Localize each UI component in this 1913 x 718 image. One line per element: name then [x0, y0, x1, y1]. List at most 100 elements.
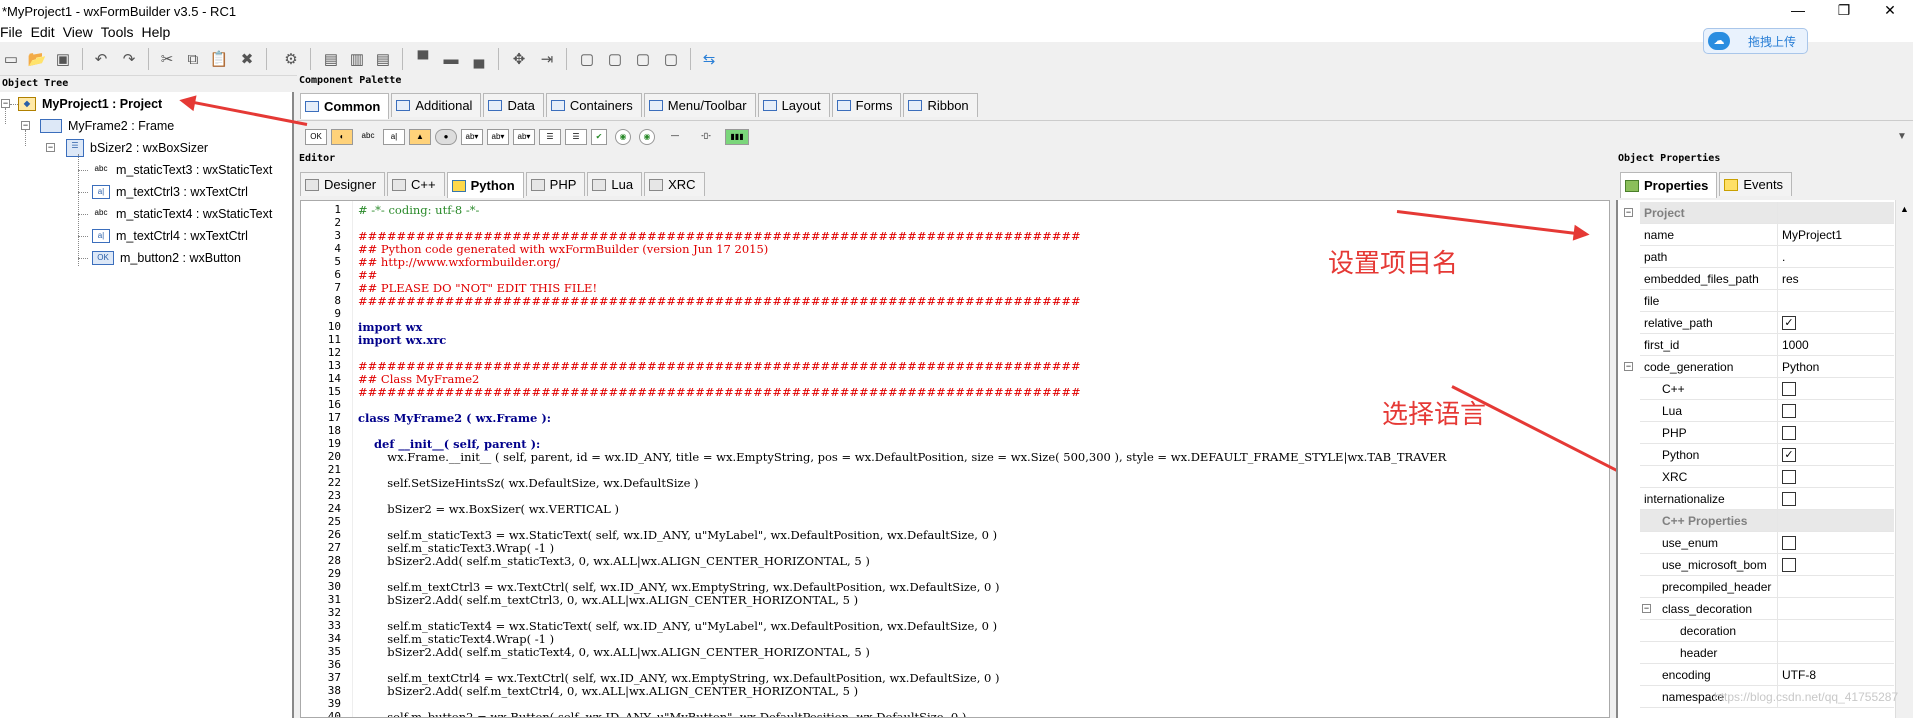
property-row[interactable]: Python ✓	[1640, 443, 1894, 466]
upload-widget[interactable]: ☁ 拖拽上传	[1703, 28, 1808, 54]
align-bottom-icon[interactable]: ▄	[468, 48, 490, 70]
property-row[interactable]: decoration	[1640, 619, 1894, 642]
property-value[interactable]: ✓	[1778, 447, 1796, 462]
property-row[interactable]: PHP	[1640, 421, 1894, 444]
menu-help[interactable]: Help	[141, 24, 178, 40]
property-scrollbar[interactable]: ▲	[1895, 200, 1913, 718]
property-row[interactable]: XRC	[1640, 465, 1894, 488]
collapse-toggle[interactable]: −	[46, 143, 55, 152]
open-icon[interactable]: 📂	[26, 48, 48, 70]
align-top-icon[interactable]: ▀	[412, 48, 434, 70]
tab-menu-toolbar[interactable]: Menu/Toolbar	[643, 93, 756, 117]
tab-forms[interactable]: Forms	[831, 93, 902, 117]
radiobox-widget-icon[interactable]: ☰	[565, 129, 587, 145]
paste-icon[interactable]: 📋	[208, 48, 230, 70]
cut-icon[interactable]: ✂	[156, 48, 178, 70]
tab-events[interactable]: Events	[1719, 172, 1793, 196]
menu-file[interactable]: File	[0, 24, 31, 40]
tree-node-statictext3[interactable]: abc m_staticText3 : wxStaticText	[92, 160, 273, 180]
combobox-widget-icon[interactable]: ●	[435, 129, 457, 145]
property-checkbox[interactable]	[1782, 535, 1796, 550]
property-row[interactable]: file	[1640, 289, 1894, 312]
choice-widget-icon[interactable]: ab▾	[461, 129, 483, 145]
staticline-widget-icon[interactable]: —	[663, 129, 687, 145]
checkbox-widget-icon[interactable]: ✔	[591, 129, 607, 145]
property-row[interactable]: encoding UTF-8	[1640, 663, 1894, 686]
property-row[interactable]: use_microsoft_bom	[1640, 553, 1894, 576]
listbox-widget-icon[interactable]: ab▾	[487, 129, 509, 145]
stretch-icon[interactable]: ⇥	[536, 48, 558, 70]
property-value[interactable]: res	[1778, 272, 1799, 286]
property-value[interactable]	[1778, 403, 1796, 418]
property-value[interactable]: 1000	[1778, 338, 1809, 352]
grid-widget-icon[interactable]: ☰	[539, 129, 561, 145]
border-bottom-icon[interactable]: ▢	[660, 48, 682, 70]
generate-code-icon[interactable]: ⚙	[280, 48, 302, 70]
align-center-icon[interactable]: ▥	[346, 48, 368, 70]
tab-cpp[interactable]: C++	[387, 172, 445, 196]
tab-lua[interactable]: Lua	[587, 172, 643, 196]
radio-button-widget-icon[interactable]: ◉	[615, 129, 631, 145]
property-row[interactable]: path.	[1640, 245, 1894, 268]
property-value[interactable]: UTF-8	[1778, 668, 1816, 682]
property-checkbox[interactable]: ✓	[1782, 315, 1796, 330]
collapse-toggle[interactable]: −	[21, 121, 30, 130]
save-icon[interactable]: ▣	[52, 48, 74, 70]
property-row[interactable]: header	[1640, 641, 1894, 664]
property-value[interactable]: MyProject1	[1778, 228, 1842, 242]
menu-edit[interactable]: Edit	[31, 24, 63, 40]
property-checkbox[interactable]	[1782, 491, 1796, 506]
tab-data[interactable]: Data	[483, 93, 544, 117]
delete-icon[interactable]: ✖	[236, 48, 258, 70]
property-value[interactable]	[1778, 425, 1796, 440]
tab-ribbon[interactable]: Ribbon	[903, 93, 978, 117]
palette-dropdown-icon[interactable]: ▼	[1891, 125, 1913, 147]
property-value[interactable]: Python	[1778, 360, 1819, 374]
collapse-toggle[interactable]: −	[1, 99, 10, 108]
textctrl-widget-icon[interactable]: a|	[383, 129, 405, 145]
align-right-icon[interactable]: ▤	[372, 48, 394, 70]
copy-icon[interactable]: ⧉	[182, 48, 204, 70]
property-row[interactable]: first_id 1000	[1640, 333, 1894, 356]
tab-containers[interactable]: Containers	[545, 93, 642, 117]
radio-widget-icon[interactable]: ◉	[639, 129, 655, 145]
property-value[interactable]	[1778, 535, 1796, 550]
property-row[interactable]: class_decoration	[1640, 597, 1894, 620]
tree-node-project[interactable]: ◆ MyProject1 : Project	[18, 94, 162, 114]
property-row[interactable]: relative_path ✓	[1640, 311, 1894, 334]
bitmap-button-icon[interactable]: ◐	[331, 129, 353, 145]
collapse-toggle[interactable]: −	[1624, 208, 1633, 217]
bitmap-widget-icon[interactable]: ▲	[409, 129, 431, 145]
property-checkbox[interactable]	[1782, 403, 1796, 418]
property-row[interactable]: use_enum	[1640, 531, 1894, 554]
align-middle-icon[interactable]: ▬	[440, 48, 462, 70]
tab-php[interactable]: PHP	[525, 172, 586, 196]
tab-additional[interactable]: Additional	[391, 93, 482, 117]
property-category[interactable]: Project	[1640, 201, 1894, 224]
tree-node-textctrl4[interactable]: a| m_textCtrl4 : wxTextCtrl	[92, 226, 248, 246]
slider-widget-icon[interactable]: -▯-	[691, 129, 721, 145]
tab-properties[interactable]: Properties	[1620, 172, 1718, 198]
property-row[interactable]: internationalize	[1640, 487, 1894, 510]
tab-designer[interactable]: Designer	[300, 172, 386, 196]
property-row[interactable]: Lua	[1640, 399, 1894, 422]
close-button[interactable]: ✕	[1867, 0, 1913, 22]
tab-xrc[interactable]: XRC	[644, 172, 705, 196]
border-right-icon[interactable]: ▢	[604, 48, 626, 70]
property-checkbox[interactable]	[1782, 557, 1796, 572]
property-value[interactable]	[1778, 381, 1796, 396]
property-value[interactable]: .	[1778, 250, 1785, 264]
property-category[interactable]: C++ Properties	[1640, 509, 1894, 532]
property-row[interactable]: code_generation Python	[1640, 355, 1894, 378]
undo-icon[interactable]: ↶	[90, 48, 112, 70]
listctrl-widget-icon[interactable]: ab▾	[513, 129, 535, 145]
tree-node-button2[interactable]: OK m_button2 : wxButton	[92, 248, 241, 268]
property-value[interactable]	[1778, 469, 1796, 484]
maximize-button[interactable]: ❐	[1821, 0, 1867, 22]
minimize-button[interactable]: —	[1775, 0, 1821, 22]
menu-tools[interactable]: Tools	[101, 24, 142, 40]
border-top-icon[interactable]: ▢	[632, 48, 654, 70]
scroll-up-icon[interactable]: ▲	[1900, 204, 1909, 214]
property-checkbox[interactable]: ✓	[1782, 447, 1796, 462]
border-left-icon[interactable]: ▢	[576, 48, 598, 70]
